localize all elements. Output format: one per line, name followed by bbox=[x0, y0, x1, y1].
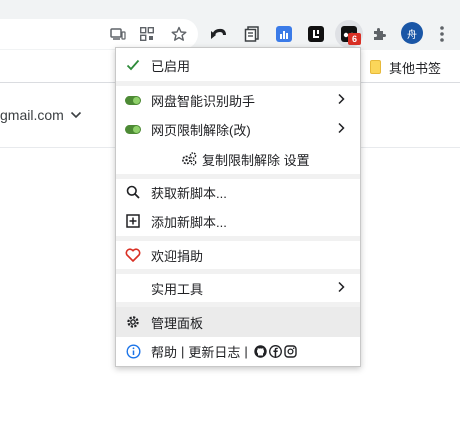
menu-item-label: 获取新脚本... bbox=[151, 185, 227, 201]
account-selector[interactable]: gmail.com bbox=[0, 104, 82, 126]
chevron-right-icon bbox=[336, 281, 348, 295]
extension-popup-menu: 已启用 网盘智能识别助手 网页限制解除(改) 复制限制解除 设置 获取新脚本..… bbox=[115, 47, 361, 367]
facebook-icon[interactable] bbox=[268, 344, 282, 358]
extension-analytics-icon[interactable] bbox=[270, 20, 298, 48]
cast-icon[interactable] bbox=[104, 20, 132, 48]
folder-icon bbox=[370, 60, 381, 74]
heart-icon bbox=[124, 247, 142, 263]
menu-item-label: 已启用 bbox=[151, 58, 191, 74]
qr-code-icon[interactable] bbox=[133, 20, 161, 48]
search-icon bbox=[124, 184, 142, 200]
menu-item-get-new-script[interactable]: 获取新脚本... bbox=[116, 177, 360, 207]
more-menu-icon[interactable] bbox=[434, 24, 450, 44]
chevron-down-icon bbox=[70, 111, 81, 119]
tampermonkey-icon[interactable]: 6 bbox=[335, 20, 363, 48]
menu-item-label: 添加新脚本... bbox=[151, 214, 227, 230]
bookmark-star-icon[interactable] bbox=[165, 20, 193, 48]
menu-item-donate[interactable]: 欢迎捐助 bbox=[116, 240, 360, 270]
info-icon bbox=[124, 343, 142, 359]
divider-pipe: | bbox=[244, 343, 248, 359]
gear-icon bbox=[124, 314, 142, 330]
menu-item-label: 网盘智能识别助手 bbox=[151, 93, 256, 109]
instagram-icon[interactable] bbox=[284, 344, 297, 358]
menu-item-script-command[interactable]: 复制限制解除 设置 bbox=[116, 144, 360, 174]
toggle-on-icon bbox=[124, 121, 142, 137]
menu-item-help-row: 帮助 | 更新日志 | bbox=[116, 336, 360, 366]
menu-item-label: 欢迎捐助 bbox=[151, 248, 204, 264]
menu-item-label: 网页限制解除(改) bbox=[151, 122, 251, 138]
toggle-on-icon bbox=[124, 92, 142, 108]
browser-toolbar: 6 舟 bbox=[0, 0, 460, 50]
account-email: gmail.com bbox=[0, 107, 64, 123]
divider-pipe: | bbox=[181, 343, 185, 359]
chevron-right-icon bbox=[336, 122, 348, 136]
gears-icon bbox=[182, 152, 197, 166]
menu-item-label: 复制限制解除 设置 bbox=[202, 152, 310, 168]
menu-item-add-new-script[interactable]: 添加新脚本... bbox=[116, 206, 360, 236]
profile-avatar[interactable]: 舟 bbox=[401, 22, 423, 44]
extension-back-icon[interactable] bbox=[205, 20, 233, 48]
add-box-icon bbox=[124, 213, 142, 229]
menu-item-label: 实用工具 bbox=[151, 281, 204, 297]
extension-l-icon[interactable] bbox=[302, 20, 330, 48]
page-divider bbox=[361, 147, 460, 148]
help-link[interactable]: 帮助 bbox=[151, 342, 177, 361]
chevron-right-icon bbox=[336, 93, 348, 107]
menu-item-enabled[interactable]: 已启用 bbox=[116, 50, 360, 80]
checkmark-icon bbox=[124, 57, 142, 73]
page-divider bbox=[0, 147, 116, 148]
changelog-link[interactable]: 更新日志 bbox=[188, 342, 240, 361]
extension-document-icon[interactable] bbox=[238, 20, 266, 48]
other-bookmarks-label: 其他书签 bbox=[389, 60, 442, 76]
menu-item-utilities[interactable]: 实用工具 bbox=[116, 273, 360, 303]
menu-item-dashboard[interactable]: 管理面板 bbox=[116, 307, 360, 337]
extensions-puzzle-icon[interactable] bbox=[365, 20, 393, 48]
menu-item-label: 管理面板 bbox=[151, 315, 204, 331]
other-bookmarks-folder[interactable]: 其他书签 bbox=[370, 57, 441, 77]
github-icon[interactable] bbox=[254, 344, 267, 358]
menu-item-script-1[interactable]: 网盘智能识别助手 bbox=[116, 85, 360, 115]
extension-badge: 6 bbox=[348, 33, 361, 45]
menu-item-script-2[interactable]: 网页限制解除(改) bbox=[116, 114, 360, 144]
